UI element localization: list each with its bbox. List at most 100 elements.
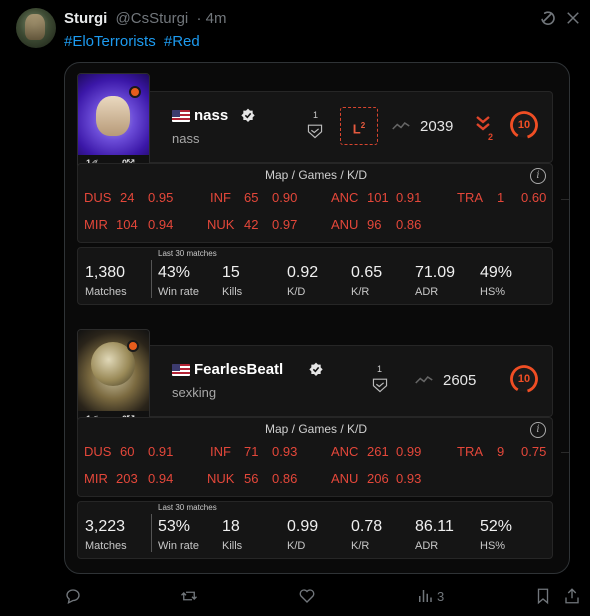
map-stat-cell: 0.86 <box>396 217 422 232</box>
elo-value: 2605 <box>443 372 477 389</box>
player-avatar: 1✐ 0⤱ <box>77 329 150 429</box>
stat-value: 0.65 <box>351 264 383 281</box>
handshake-icon <box>307 124 323 139</box>
faceit-level-number: 10 <box>517 373 531 385</box>
map-stat-cell: INF <box>210 444 231 459</box>
map-stat-cell: 96 <box>367 217 382 232</box>
player-avatar: 1✐ 0⤱ <box>77 73 150 173</box>
map-stat-cell: 56 <box>244 471 259 486</box>
online-dot-icon <box>129 86 141 98</box>
l-badge-letter: L <box>352 121 361 137</box>
last-30-label: Last 30 matches <box>158 503 217 512</box>
stat-value: 0.99 <box>287 518 319 535</box>
author-handle[interactable]: @CsSturgi <box>116 10 189 27</box>
map-stat-cell: 104 <box>116 217 138 232</box>
retweet-icon[interactable] <box>180 587 198 605</box>
author-name[interactable]: Sturgi <box>64 10 107 27</box>
map-stat-cell: MIR <box>84 471 108 486</box>
map-stat-cell: 261 <box>367 444 389 459</box>
us-flag-icon <box>172 110 190 122</box>
map-stat-cell: ANU <box>331 471 359 486</box>
map-stat-cell: 0.91 <box>396 190 422 205</box>
stat-label: K/R <box>351 540 370 552</box>
map-stat-cell: 0.93 <box>272 444 298 459</box>
map-stat-cell: 0.91 <box>148 444 174 459</box>
recent-stats-panel: Last 30 matches 3,223 Matches 53% Win ra… <box>77 501 553 559</box>
info-icon[interactable]: i <box>530 422 546 438</box>
recent-stats-panel: Last 30 matches 1,380 Matches 43% Win ra… <box>77 247 553 305</box>
stat-label: ADR <box>415 540 439 552</box>
stat-value: 1,380 <box>85 264 126 281</box>
map-stat-cell: 0.93 <box>396 471 422 486</box>
faceit-level-number: 10 <box>517 119 531 131</box>
player-username: sexking <box>172 385 217 400</box>
stat-value: 71.09 <box>415 264 456 281</box>
hashtags: #EloTerrorists #Red <box>64 33 204 50</box>
panel-connector <box>561 199 569 453</box>
more-icon[interactable] <box>564 9 582 27</box>
views-count[interactable]: 3 <box>437 589 444 604</box>
divider <box>151 260 152 298</box>
map-stat-cell: TRA <box>457 190 483 205</box>
map-stat-cell: ANC <box>331 444 359 459</box>
trend-icon <box>415 376 433 384</box>
hashtag-link[interactable]: #Red <box>164 33 200 50</box>
share-icon[interactable] <box>563 587 581 605</box>
grok-icon[interactable] <box>538 9 556 27</box>
stat-value: 18 <box>222 518 240 535</box>
level-change-badge: L2 <box>340 107 378 145</box>
views-icon[interactable] <box>416 587 434 605</box>
map-stat-cell: ANC <box>331 190 359 205</box>
map-stat-cell: 101 <box>367 190 389 205</box>
stat-value: 0.92 <box>287 264 319 281</box>
stat-label: Win rate <box>158 540 199 552</box>
elo-value: 2039 <box>420 118 454 135</box>
map-row: MIR 104 0.94 NUK 42 0.97 ANU 96 0.86 <box>78 217 554 235</box>
map-stat-cell: MIR <box>84 217 108 232</box>
stat-value: 0.78 <box>351 518 383 535</box>
rank-chevron-icon <box>476 116 490 131</box>
map-stat-cell: 42 <box>244 217 259 232</box>
verified-icon <box>241 108 255 122</box>
map-stat-cell: 65 <box>244 190 259 205</box>
map-stats-title: Map / Games / K/D <box>264 168 368 182</box>
map-stat-cell: ANU <box>331 217 359 232</box>
stat-label: K/D <box>287 540 306 552</box>
map-stat-cell: 0.90 <box>272 190 298 205</box>
map-stat-cell: 9 <box>497 444 505 459</box>
divider <box>151 514 152 552</box>
map-stat-cell: INF <box>210 190 231 205</box>
bookmark-icon[interactable] <box>534 587 552 605</box>
tweet-media-image[interactable]: nass nass 1 L2 2039 2 10 Map / Games / K… <box>64 62 570 574</box>
map-stat-cell: TRA <box>457 444 483 459</box>
stat-label: K/R <box>351 286 370 298</box>
map-stats-title: Map / Games / K/D <box>264 422 368 436</box>
stat-value: 86.11 <box>415 518 454 535</box>
map-stat-cell: 0.60 <box>521 190 547 205</box>
stat-value: 49% <box>480 264 513 281</box>
stat-value: 43% <box>158 264 191 281</box>
info-icon[interactable]: i <box>530 168 546 184</box>
handshake-count: 1 <box>377 364 383 374</box>
map-row: DUS 60 0.91 INF 71 0.93 ANC 261 0.99 TRA… <box>78 444 554 462</box>
player-name: FearlesBeatl <box>194 361 284 378</box>
map-stat-cell: DUS <box>84 190 112 205</box>
tweet-time[interactable]: · 4m <box>196 10 226 27</box>
reply-icon[interactable] <box>64 587 82 605</box>
last-30-label: Last 30 matches <box>158 249 217 258</box>
author-avatar[interactable] <box>16 8 56 48</box>
map-stats-panel: Map / Games / K/D i DUS 60 0.91 INF 71 0… <box>77 417 553 497</box>
tweet-header: Sturgi @CsSturgi · 4m <box>64 10 226 27</box>
l-badge-count: 2 <box>360 121 366 130</box>
map-stat-cell: DUS <box>84 444 112 459</box>
map-stat-cell: 203 <box>116 471 138 486</box>
like-icon[interactable] <box>298 587 316 605</box>
online-dot-icon <box>127 340 139 352</box>
stat-value: 52% <box>480 518 513 535</box>
stat-label: HS% <box>480 286 506 298</box>
us-flag-icon <box>172 364 190 376</box>
player-username: nass <box>172 131 200 146</box>
faceit-level-badge: 10 <box>509 364 539 394</box>
hashtag-link[interactable]: #EloTerrorists <box>64 33 156 50</box>
map-row: MIR 203 0.94 NUK 56 0.86 ANU 206 0.93 <box>78 471 554 489</box>
